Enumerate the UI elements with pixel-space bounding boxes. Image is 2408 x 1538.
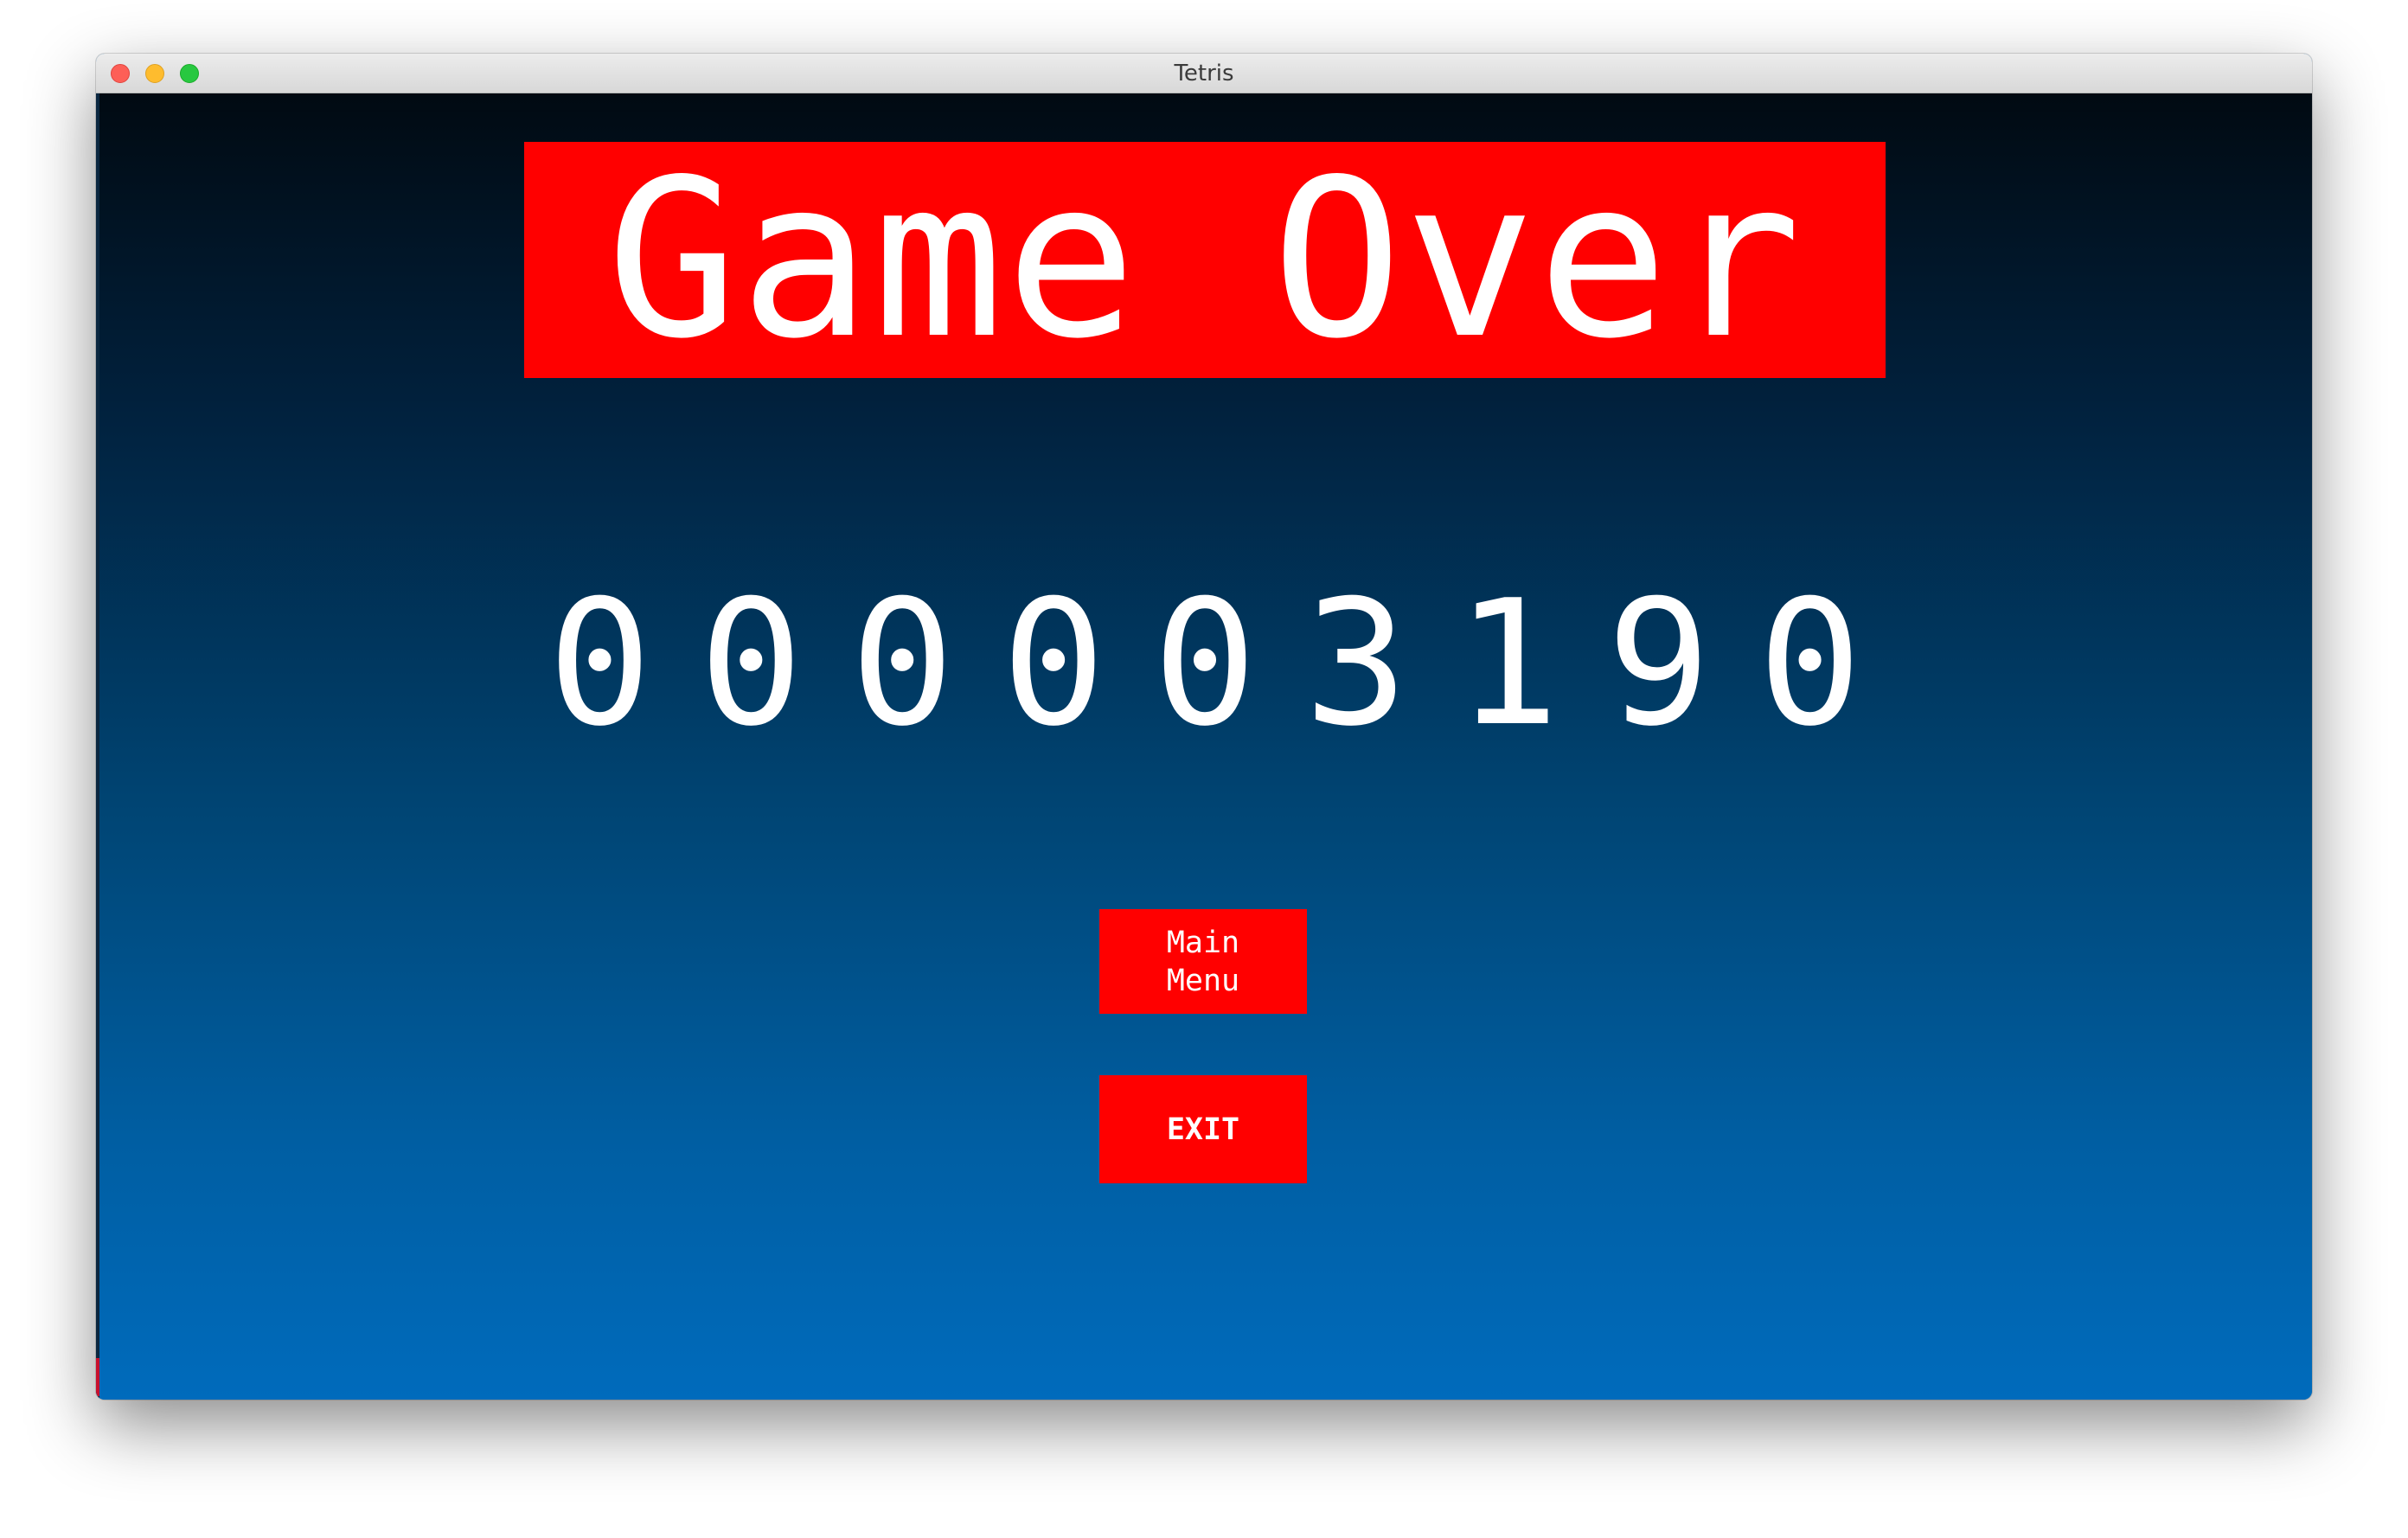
score-display: 0 0 0 0 0 3 1 9 0 (524, 578, 1886, 751)
exit-button[interactable]: EXIT (1099, 1075, 1307, 1183)
left-edge-strip (96, 93, 99, 1400)
app-window: Tetris Game Over 0 0 0 0 0 3 1 9 0 Main … (96, 54, 2312, 1400)
score-digit: 0 (548, 563, 652, 765)
game-over-banner: Game Over (524, 142, 1886, 378)
game-over-title: Game Over (606, 132, 1803, 387)
score-digit: 0 (1001, 563, 1106, 765)
main-menu-button-label: Main Menu (1166, 925, 1240, 998)
left-edge-marker (96, 1358, 99, 1396)
score-digit: 9 (1606, 563, 1711, 765)
score-digit: 3 (1303, 563, 1409, 765)
score-digit: 1 (1455, 563, 1559, 765)
score-digit: 0 (1758, 563, 1862, 765)
exit-button-label: EXIT (1166, 1112, 1240, 1147)
window-title: Tetris (1174, 61, 1234, 87)
game-canvas: Game Over 0 0 0 0 0 3 1 9 0 Main Menu EX… (96, 93, 2312, 1400)
score-digit: 0 (699, 563, 804, 765)
main-menu-button[interactable]: Main Menu (1099, 909, 1307, 1014)
title-bar[interactable]: Tetris (96, 54, 2312, 93)
score-digit: 0 (1152, 563, 1258, 765)
score-digit: 0 (850, 563, 955, 765)
